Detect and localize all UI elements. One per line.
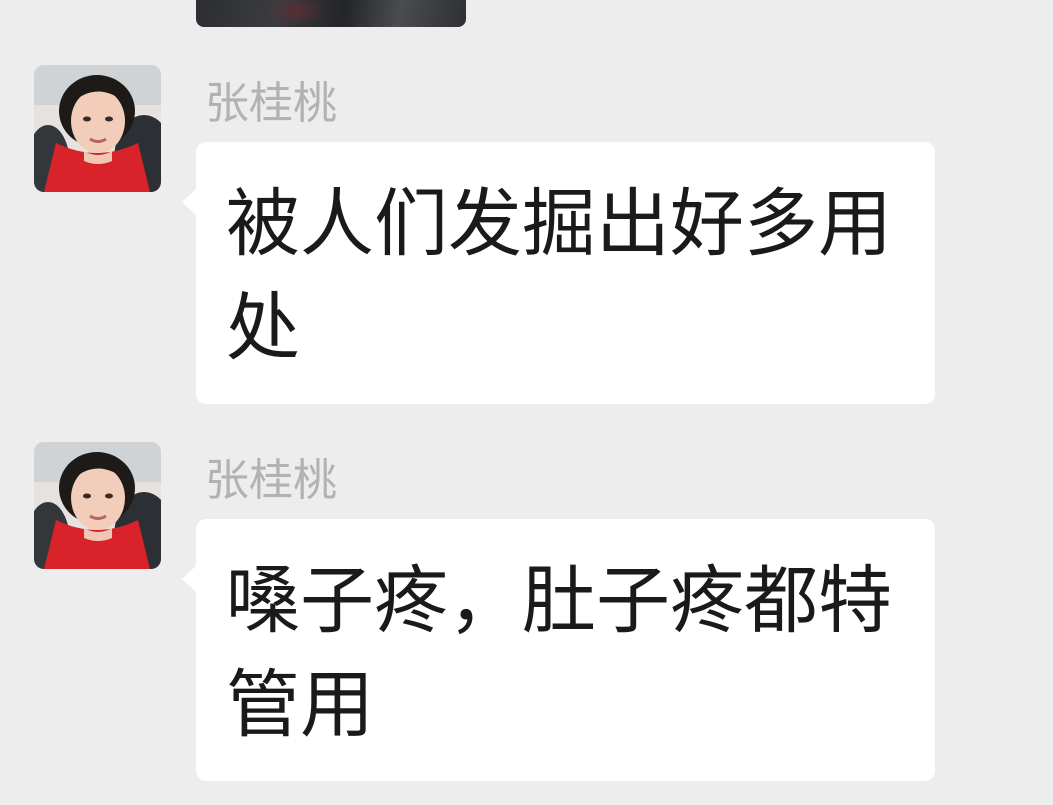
message-text: 嗓子疼，肚子疼都特管用: [226, 558, 892, 748]
message-bubble[interactable]: 嗓子疼，肚子疼都特管用: [182, 519, 935, 781]
message-bubble[interactable]: 被人们发掘出好多用处: [182, 142, 935, 404]
message-text: 被人们发掘出好多用处: [226, 181, 892, 371]
previous-media-message[interactable]: [196, 0, 466, 27]
sender-avatar[interactable]: [34, 442, 161, 569]
media-thumbnail-detail: [266, 0, 326, 26]
bubble-tail: [182, 565, 197, 593]
sender-avatar[interactable]: [34, 65, 161, 192]
avatar-photo-icon: [34, 442, 161, 569]
sender-name: 张桂桃: [205, 78, 337, 129]
avatar-photo-icon: [34, 65, 161, 192]
sender-name: 张桂桃: [205, 455, 337, 506]
bubble-tail: [182, 188, 197, 216]
